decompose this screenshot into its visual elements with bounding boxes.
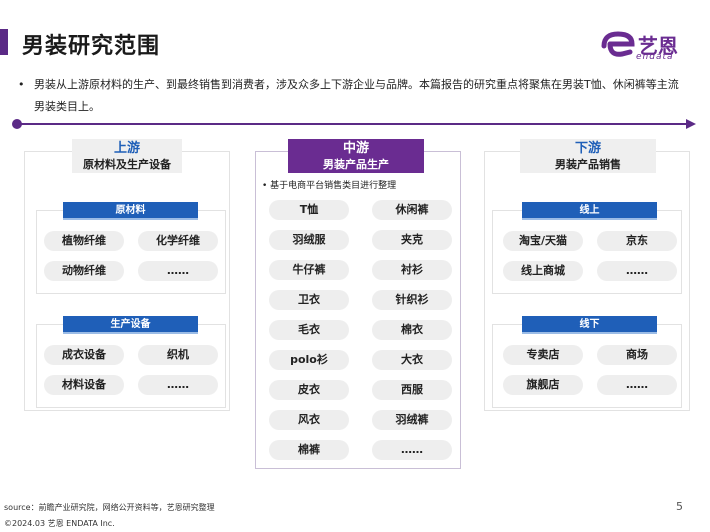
endata-logo-icon: [601, 31, 635, 57]
list-item: 夹克: [372, 230, 452, 250]
list-item: 西服: [372, 380, 452, 400]
online-label: 线上: [522, 202, 657, 220]
list-item: 大衣: [372, 350, 452, 370]
raw-materials-label: 原材料: [63, 202, 198, 220]
flow-arrow-head-icon: [686, 119, 696, 129]
intro-paragraph: • 男装从上游原材料的生产、到最终销售到消费者，涉及众多上下游企业与品牌。本篇报…: [18, 74, 688, 118]
midstream-note: • 基于电商平台销售类目进行整理: [262, 181, 397, 191]
downstream-title: 下游: [574, 141, 601, 156]
intro-bullet: •: [18, 78, 25, 91]
list-item: 线上商城: [503, 261, 583, 281]
list-item: polo衫: [269, 350, 349, 370]
list-item: 淘宝/天猫: [503, 231, 583, 251]
offline-group: [492, 324, 682, 408]
page-number: 5: [676, 500, 683, 513]
list-item: 卫衣: [269, 290, 349, 310]
list-item: 皮衣: [269, 380, 349, 400]
list-item: 化学纤维: [138, 231, 218, 251]
list-item: 京东: [597, 231, 677, 251]
list-item: 织机: [138, 345, 218, 365]
midstream-subtitle: 男装产品生产: [323, 158, 389, 171]
downstream-subtitle: 男装产品销售: [555, 158, 621, 171]
production-equipment-group: [36, 324, 226, 408]
list-item: ……: [597, 375, 677, 395]
upstream-title: 上游: [113, 141, 140, 156]
offline-label: 线下: [522, 316, 657, 334]
list-item: 衬衫: [372, 260, 452, 280]
endata-logo: 艺恩 endata: [600, 28, 696, 64]
logo-english-text: endata: [636, 52, 674, 62]
upstream-subtitle: 原材料及生产设备: [83, 158, 171, 171]
downstream-header: 下游 男装产品销售: [520, 139, 656, 173]
midstream-header: 中游 男装产品生产: [288, 139, 424, 173]
list-item: 休闲裤: [372, 200, 452, 220]
list-item: T恤: [269, 200, 349, 220]
source-note: source：前瞻产业研究院，网络公开资料等，艺恩研究整理: [4, 503, 215, 512]
list-item: 动物纤维: [44, 261, 124, 281]
list-item: 羽绒裤: [372, 410, 452, 430]
production-equipment-label: 生产设备: [63, 316, 198, 334]
list-item: 羽绒服: [269, 230, 349, 250]
list-item: 针织衫: [372, 290, 452, 310]
midstream-title: 中游: [342, 141, 369, 156]
intro-text: 男装从上游原材料的生产、到最终销售到消费者，涉及众多上下游企业与品牌。本篇报告的…: [34, 78, 679, 113]
list-item: 毛衣: [269, 320, 349, 340]
list-item: 专卖店: [503, 345, 583, 365]
list-item: ……: [372, 440, 452, 460]
upstream-header: 上游 原材料及生产设备: [72, 139, 182, 173]
raw-materials-group: [36, 210, 226, 294]
list-item: 棉衣: [372, 320, 452, 340]
list-item: 商场: [597, 345, 677, 365]
list-item: ……: [597, 261, 677, 281]
copyright-text: ©2024.03 艺恩 ENDATA Inc.: [4, 519, 115, 528]
list-item: 材料设备: [44, 375, 124, 395]
list-item: 牛仔裤: [269, 260, 349, 280]
list-item: ……: [138, 261, 218, 281]
page-title: 男装研究范围: [22, 34, 161, 59]
list-item: 风衣: [269, 410, 349, 430]
online-group: [492, 210, 682, 294]
flow-arrow-line: [18, 123, 688, 125]
list-item: ……: [138, 375, 218, 395]
midstream-note-text: 基于电商平台销售类目进行整理: [270, 181, 397, 191]
title-accent-bar: [0, 29, 8, 55]
list-item: 棉裤: [269, 440, 349, 460]
list-item: 旗舰店: [503, 375, 583, 395]
list-item: 植物纤维: [44, 231, 124, 251]
list-item: 成衣设备: [44, 345, 124, 365]
